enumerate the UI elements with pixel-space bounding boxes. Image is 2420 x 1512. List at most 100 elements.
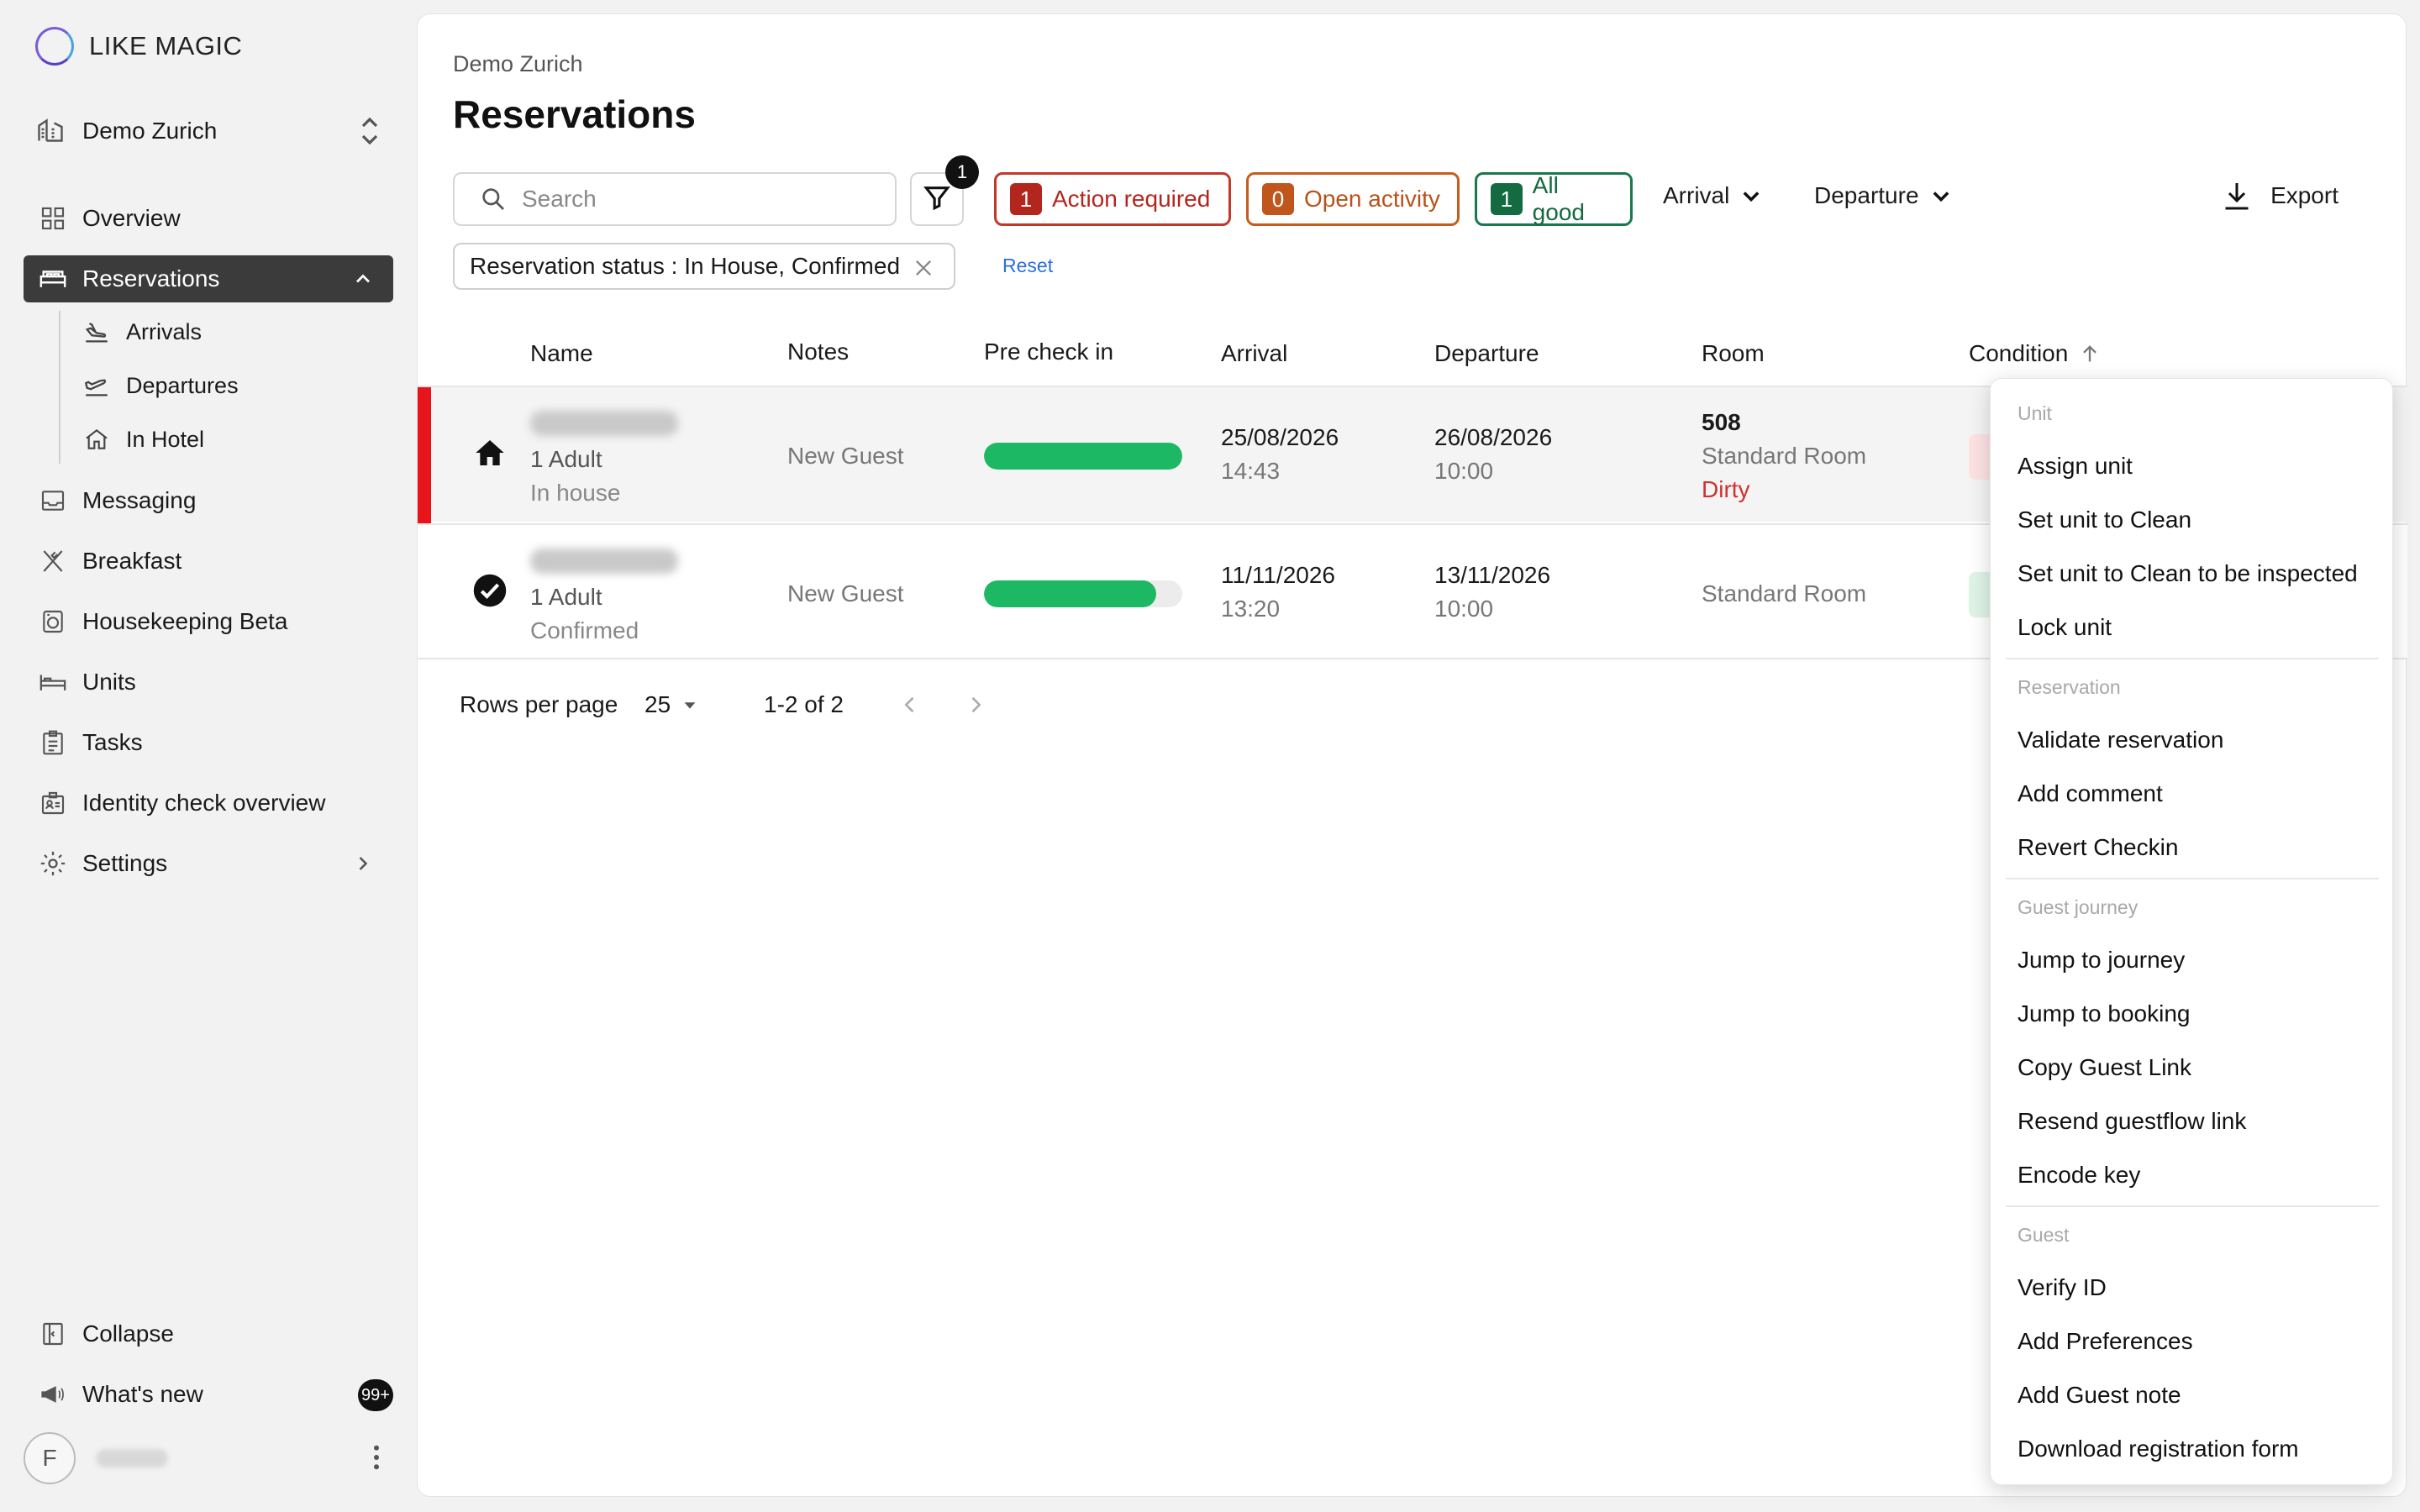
arrival-date: 25/08/2026 — [1221, 424, 1339, 450]
avatar[interactable]: F — [24, 1432, 76, 1484]
menu-item-add-comment[interactable]: Add comment — [2018, 780, 2163, 807]
column-header-notes[interactable]: Notes — [787, 339, 849, 365]
sidebar-item-label: Breakfast — [82, 548, 182, 574]
sidebar-item-identity-check[interactable]: Identity check overview — [24, 780, 393, 827]
menu-item-lock-unit[interactable]: Lock unit — [2018, 614, 2112, 641]
brand-name: LIKE MAGIC — [89, 31, 243, 60]
sidebar-item-settings[interactable]: Settings — [24, 840, 393, 887]
menu-item-download-registration-form[interactable]: Download registration form — [2018, 1436, 2299, 1462]
sidebar-item-units[interactable]: Units — [24, 659, 393, 706]
notification-badge: 99+ — [358, 1379, 393, 1411]
whats-new-button[interactable]: What's new 99+ — [24, 1371, 393, 1418]
menu-item-set-unit-clean-inspected[interactable]: Set unit to Clean to be inspected — [2018, 560, 2358, 587]
menu-divider — [2006, 1205, 2379, 1207]
prev-page-button[interactable] — [898, 693, 922, 722]
sidebar-item-arrivals[interactable]: Arrivals — [81, 311, 392, 353]
caret-down-icon — [681, 696, 699, 714]
reservation-status-filter-chip[interactable]: Reservation status : In House, Confirmed — [453, 243, 955, 290]
sidebar: LIKE MAGIC Demo Zurich Overview Reservat… — [0, 0, 417, 1512]
home-outline-icon — [81, 423, 113, 455]
collapse-button[interactable]: Collapse — [24, 1310, 393, 1357]
menu-item-verify-id[interactable]: Verify ID — [2018, 1274, 2107, 1301]
kebab-menu-icon[interactable] — [373, 1445, 380, 1474]
menu-item-add-preferences[interactable]: Add Preferences — [2018, 1328, 2193, 1355]
guest-count: 1 Adult — [530, 584, 602, 610]
action-required-indicator — [418, 387, 431, 523]
menu-item-jump-to-booking[interactable]: Jump to booking — [2018, 1000, 2190, 1027]
menu-item-assign-unit[interactable]: Assign unit — [2018, 453, 2133, 480]
departure-dropdown[interactable]: Departure — [1814, 182, 1953, 209]
export-label: Export — [2270, 182, 2338, 208]
sidebar-item-in-hotel[interactable]: In Hotel — [81, 418, 392, 460]
export-button[interactable]: Export — [2222, 179, 2338, 213]
grid-icon — [37, 202, 69, 234]
column-header-departure[interactable]: Departure — [1434, 340, 1539, 367]
user-name-redacted — [96, 1449, 168, 1467]
sidebar-item-departures[interactable]: Departures — [81, 365, 392, 407]
open-activity-chip[interactable]: 0 Open activity — [1246, 172, 1460, 226]
chevron-up-icon[interactable] — [351, 267, 375, 297]
column-header-precheck[interactable]: Pre check in — [984, 339, 1113, 365]
room-number: 508 — [1702, 409, 1741, 435]
arrival-dropdown[interactable]: Arrival — [1663, 182, 1763, 209]
sidebar-item-overview[interactable]: Overview — [24, 195, 393, 242]
open-activity-label: Open activity — [1304, 186, 1440, 212]
sidebar-item-reservations[interactable]: Reservations — [24, 255, 393, 302]
sidebar-item-label: Reservations — [82, 265, 220, 291]
brand-logo[interactable]: LIKE MAGIC — [35, 27, 242, 66]
reset-filters-link[interactable]: Reset — [1002, 255, 1053, 277]
menu-section-guest: Guest — [2018, 1224, 2070, 1246]
logo-ring-icon — [35, 27, 74, 66]
id-badge-icon — [37, 787, 69, 819]
menu-item-encode-key[interactable]: Encode key — [2018, 1162, 2140, 1189]
pagination-range: 1-2 of 2 — [764, 691, 844, 717]
submenu-line — [59, 311, 60, 464]
chevron-down-icon — [1739, 184, 1763, 207]
breadcrumb[interactable]: Demo Zurich — [453, 51, 583, 77]
gear-icon — [37, 848, 69, 879]
property-switcher[interactable]: Demo Zurich — [35, 109, 381, 153]
sidebar-item-messaging[interactable]: Messaging — [24, 477, 393, 524]
page-title: Reservations — [453, 92, 696, 136]
column-header-arrival[interactable]: Arrival — [1221, 340, 1287, 367]
search-input[interactable] — [522, 186, 875, 213]
action-required-chip[interactable]: 1 Action required — [994, 172, 1231, 226]
search-box[interactable] — [453, 172, 897, 226]
property-name: Demo Zurich — [82, 118, 218, 144]
menu-item-resend-guestflow-link[interactable]: Resend guestflow link — [2018, 1108, 2246, 1135]
sidebar-item-tasks[interactable]: Tasks — [24, 719, 393, 766]
clipboard-icon — [37, 727, 69, 759]
rows-per-page-select[interactable]: 25 — [644, 691, 699, 718]
menu-section-reservation: Reservation — [2018, 676, 2121, 698]
arrival-date: 11/11/2026 — [1221, 562, 1335, 588]
menu-item-validate-reservation[interactable]: Validate reservation — [2018, 727, 2223, 753]
menu-divider — [2006, 658, 2379, 659]
close-icon[interactable] — [912, 256, 935, 280]
inbox-icon — [37, 485, 69, 517]
sidebar-item-housekeeping[interactable]: Housekeeping Beta — [24, 598, 393, 645]
menu-item-copy-guest-link[interactable]: Copy Guest Link — [2018, 1054, 2191, 1081]
menu-section-guest-journey: Guest journey — [2018, 896, 2139, 918]
column-header-condition[interactable]: Condition — [1969, 340, 2102, 367]
sidebar-item-label: Housekeeping Beta — [82, 608, 288, 634]
menu-item-add-guest-note[interactable]: Add Guest note — [2018, 1382, 2181, 1409]
column-header-room[interactable]: Room — [1702, 340, 1765, 367]
menu-item-set-unit-clean[interactable]: Set unit to Clean — [2018, 507, 2191, 533]
sidebar-item-breakfast[interactable]: Breakfast — [24, 538, 393, 585]
next-page-button[interactable] — [964, 693, 987, 722]
column-header-name[interactable]: Name — [530, 340, 593, 367]
megaphone-icon — [37, 1378, 69, 1410]
departure-time: 10:00 — [1434, 596, 1494, 622]
menu-item-revert-checkin[interactable]: Revert Checkin — [2018, 834, 2178, 861]
all-good-chip[interactable]: 1 All good — [1475, 172, 1633, 226]
arrival-time: 13:20 — [1221, 596, 1281, 622]
user-menu[interactable]: F — [24, 1431, 393, 1485]
sidebar-item-label: Overview — [82, 205, 181, 231]
menu-item-jump-to-journey[interactable]: Jump to journey — [2018, 947, 2185, 974]
precheck-progress-bar — [984, 443, 1182, 470]
chevron-right-icon — [964, 693, 987, 722]
precheck-progress-fill — [984, 580, 1157, 607]
plane-landing-icon — [81, 316, 113, 348]
home-filled-icon — [471, 434, 508, 471]
sort-arrow-up-icon[interactable] — [2078, 342, 2102, 365]
